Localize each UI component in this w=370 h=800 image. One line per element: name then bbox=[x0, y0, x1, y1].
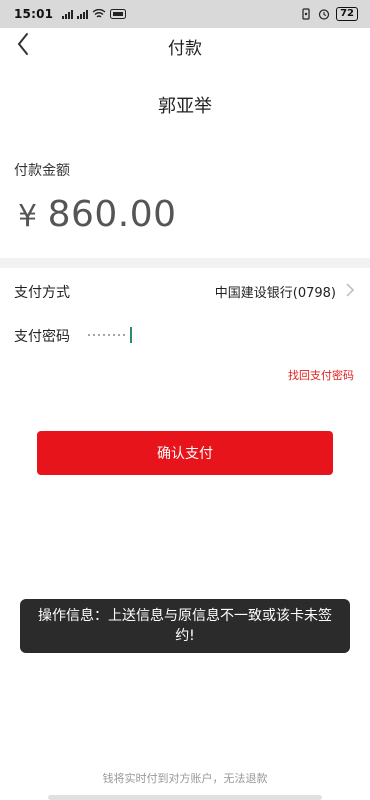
forgot-password-link[interactable]: 找回支付密码 bbox=[288, 367, 354, 383]
password-dot bbox=[118, 334, 120, 336]
password-dot bbox=[88, 334, 90, 336]
password-dot bbox=[108, 334, 110, 336]
signal-icon bbox=[77, 10, 88, 19]
amount-display: ¥860.00 bbox=[18, 194, 177, 235]
confirm-payment-button[interactable]: 确认支付 bbox=[37, 431, 333, 475]
payee-name: 郭亚举 bbox=[158, 96, 212, 117]
payment-method-label: 支付方式 bbox=[14, 285, 70, 301]
currency-symbol: ¥ bbox=[18, 199, 38, 234]
status-icons bbox=[62, 9, 126, 19]
password-dot bbox=[113, 334, 115, 336]
nfc-icon bbox=[110, 9, 126, 19]
home-indicator[interactable] bbox=[48, 795, 322, 800]
vibrate-icon bbox=[302, 8, 310, 20]
password-dot bbox=[93, 334, 95, 336]
alarm-icon bbox=[318, 9, 330, 20]
payment-method-value: 中国建设银行(0798) bbox=[214, 286, 336, 301]
wifi-icon bbox=[92, 9, 106, 18]
password-dot bbox=[98, 334, 100, 336]
password-dot bbox=[123, 334, 125, 336]
battery-icon: 72 bbox=[336, 7, 358, 21]
password-input[interactable] bbox=[88, 324, 208, 346]
status-right: 72 bbox=[300, 7, 358, 21]
nav-header: 付款 bbox=[0, 28, 370, 66]
password-label: 支付密码 bbox=[14, 329, 70, 345]
error-toast: 操作信息：上送信息与原信息不一致或该卡未签约! bbox=[20, 599, 350, 653]
signal-icon bbox=[62, 10, 73, 19]
status-bar: 15:01 72 bbox=[0, 0, 370, 28]
password-dot bbox=[103, 334, 105, 336]
chevron-right-icon bbox=[346, 283, 355, 297]
refund-notice: 钱将实时付到对方账户，无法退款 bbox=[102, 772, 268, 785]
status-time: 15:01 bbox=[14, 7, 54, 21]
amount-value: 860.00 bbox=[47, 194, 177, 235]
amount-label: 付款金额 bbox=[14, 163, 70, 179]
text-caret bbox=[130, 327, 132, 343]
section-divider bbox=[0, 258, 370, 268]
page-title: 付款 bbox=[168, 39, 202, 59]
password-row: 支付密码 bbox=[0, 314, 370, 354]
payment-method-row[interactable]: 支付方式 中国建设银行(0798) bbox=[0, 270, 370, 310]
